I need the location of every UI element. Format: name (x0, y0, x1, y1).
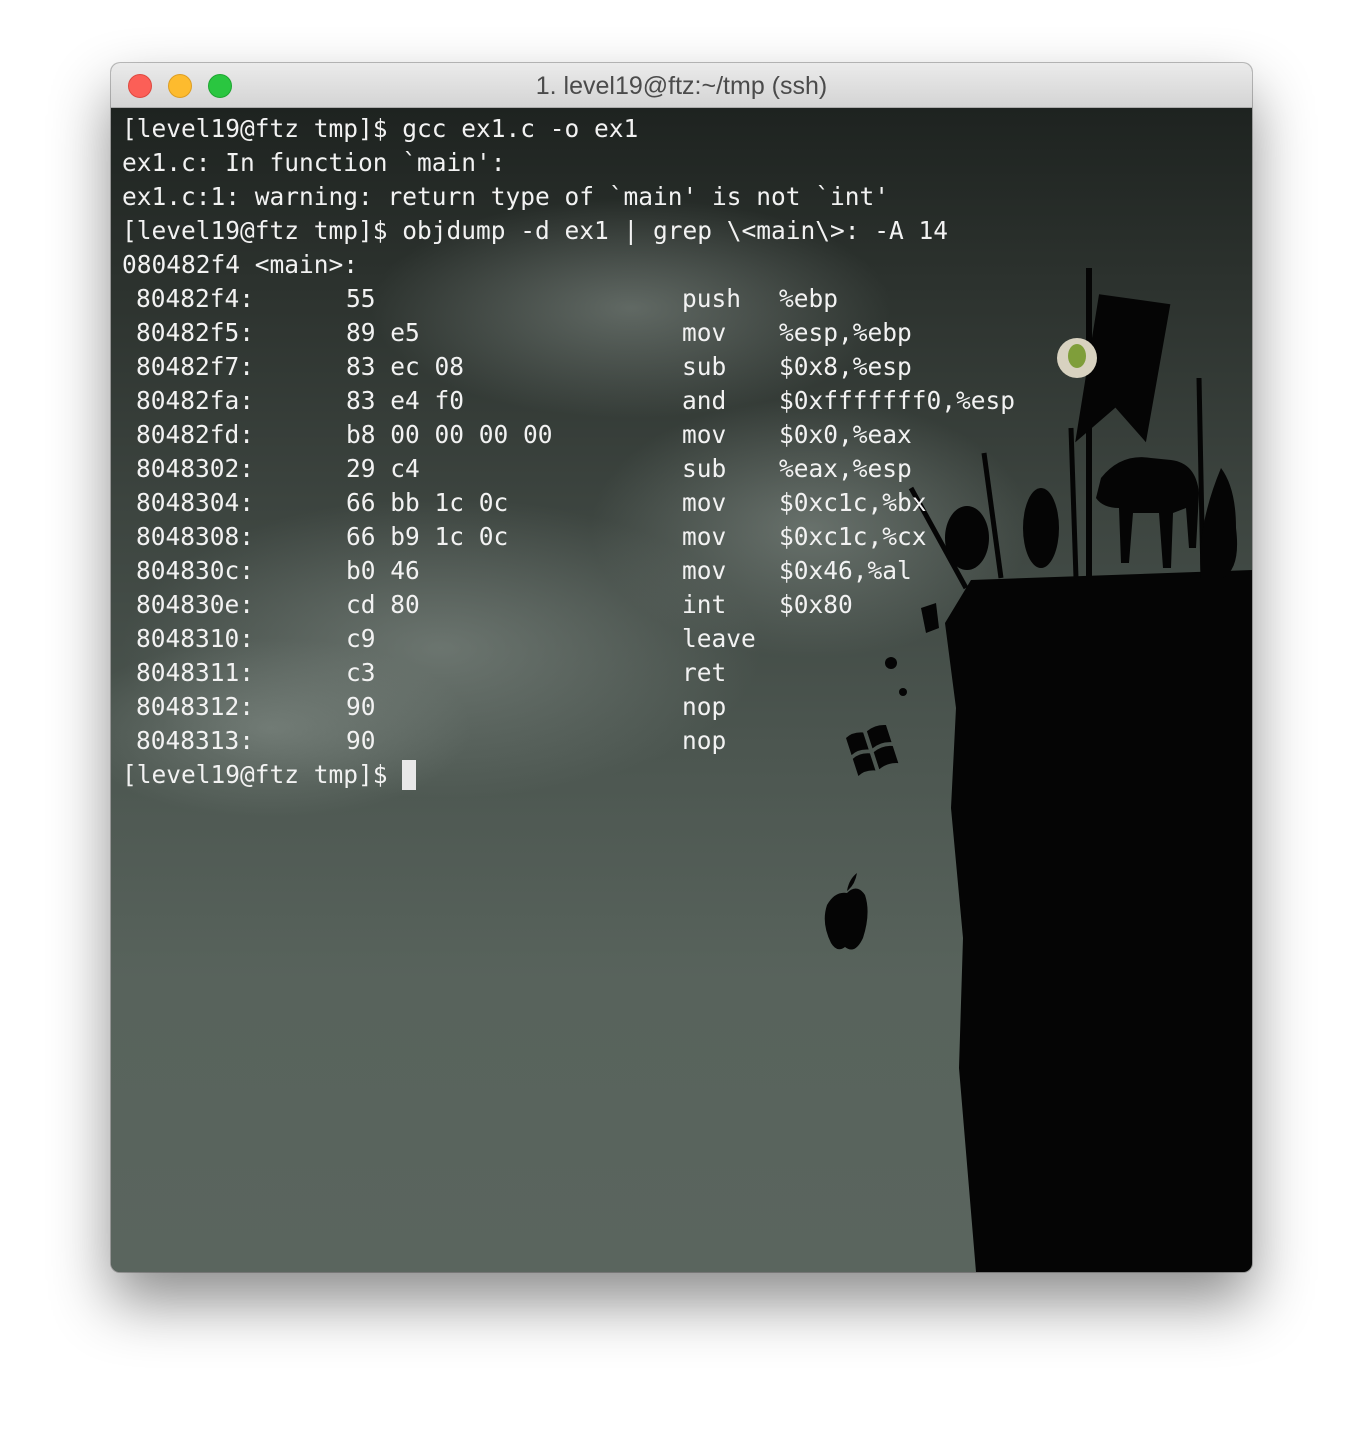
command-line: [level19@ftz tmp]$ gcc ex1.c -o ex1 (122, 114, 639, 143)
disassembly-row: 8048313: 90 nop (122, 724, 948, 758)
instruction-bytes: cd 80 (346, 590, 420, 619)
instruction-bytes: c3 (346, 658, 376, 687)
instruction-operands: $0x46,%al (779, 556, 912, 585)
penguin-silhouette (1200, 468, 1238, 578)
terminal-output: [level19@ftz tmp]$ gcc ex1.c -o ex1 ex1.… (122, 112, 1015, 792)
instruction-address: 80482f4: (136, 284, 255, 313)
instruction-operands: %esp,%ebp (779, 318, 912, 347)
text-cursor (401, 760, 416, 790)
compiler-warning-line: ex1.c:1: warning: return type of `main' … (122, 182, 890, 211)
instruction-mnemonic: and (682, 386, 727, 415)
instruction-bytes: 29 c4 (346, 454, 420, 483)
instruction-address: 80482fd: (136, 420, 255, 449)
disassembly-row: 804830c: b0 46 mov $0x46,%al (122, 554, 948, 588)
instruction-bytes: c9 (346, 624, 376, 653)
instruction-operands: $0xfffffff0,%esp (779, 386, 1016, 415)
leaf-icon (1068, 344, 1086, 368)
instruction-bytes: 90 (346, 692, 376, 721)
disassembly-row: 8048308: 66 b9 1c 0c mov $0xc1c,%cx (122, 520, 948, 554)
instruction-mnemonic: mov (682, 488, 727, 517)
instruction-address: 80482f5: (136, 318, 255, 347)
instruction-mnemonic: int (682, 590, 727, 619)
instruction-bytes: 66 b9 1c 0c (346, 522, 509, 551)
shield-icon (945, 506, 989, 570)
instruction-mnemonic: mov (682, 522, 727, 551)
function-label-line: 080482f4 <main>: (122, 250, 359, 279)
instruction-bytes: 89 e5 (346, 318, 420, 347)
instruction-bytes: 55 (346, 284, 376, 313)
disassembly-row: 804830e: cd 80 int $0x80 (122, 588, 948, 622)
cliff-silhouette (945, 570, 1252, 1272)
command-line: [level19@ftz tmp]$ objdump -d ex1 | grep… (122, 216, 949, 245)
disassembly-row: 80482fa: 83 e4 f0 and $0xfffffff0,%esp (122, 384, 1015, 418)
disassembly-row: 8048304: 66 bb 1c 0c mov $0xc1c,%bx (122, 486, 948, 520)
instruction-mnemonic: nop (682, 692, 727, 721)
instruction-address: 8048312: (136, 692, 255, 721)
instruction-bytes: b0 46 (346, 556, 420, 585)
instruction-operands: %eax,%esp (779, 454, 912, 483)
instruction-mnemonic: leave (682, 624, 756, 653)
instruction-mnemonic: mov (682, 420, 727, 449)
instruction-bytes: 66 bb 1c 0c (346, 488, 509, 517)
instruction-mnemonic: push (682, 284, 742, 313)
instruction-operands: $0xc1c,%bx (779, 488, 927, 517)
instruction-address: 804830e: (136, 590, 255, 619)
instruction-mnemonic: mov (682, 556, 727, 585)
gnu-silhouette (1096, 457, 1199, 568)
instruction-operands: $0xc1c,%cx (779, 522, 927, 551)
figure-silhouette (1023, 488, 1059, 568)
instruction-mnemonic: sub (682, 454, 727, 483)
disassembly-row: 8048311: c3 ret (122, 656, 948, 690)
instruction-address: 8048302: (136, 454, 255, 483)
apple-logo-icon (824, 873, 868, 950)
instruction-address: 8048304: (136, 488, 255, 517)
terminal-content[interactable]: [level19@ftz tmp]$ gcc ex1.c -o ex1 ex1.… (111, 108, 1252, 1272)
disassembly-row: 8048310: c9 leave (122, 622, 948, 656)
instruction-operands: $0x80 (779, 590, 853, 619)
terminal-window: 1. level19@ftz:~/tmp (ssh) [level19@ftz … (111, 63, 1252, 1272)
instruction-address: 804830c: (136, 556, 255, 585)
instruction-address: 80482fa: (136, 386, 255, 415)
disassembly-row: 80482fd: b8 00 00 00 00 mov $0x0,%eax (122, 418, 948, 452)
instruction-bytes: b8 00 00 00 00 (346, 420, 553, 449)
instruction-operands: $0x0,%eax (779, 420, 912, 449)
disassembly-row: 80482f4: 55 push %ebp (122, 282, 948, 316)
instruction-mnemonic: mov (682, 318, 727, 347)
window-title: 1. level19@ftz:~/tmp (ssh) (535, 72, 828, 100)
disassembly-row: 80482f7: 83 ec 08 sub $0x8,%esp (122, 350, 948, 384)
instruction-address: 8048308: (136, 522, 255, 551)
disassembly-row: 80482f5: 89 e5 mov %esp,%ebp (122, 316, 948, 350)
title-bar[interactable]: 1. level19@ftz:~/tmp (ssh) (111, 63, 1252, 108)
instruction-address: 8048311: (136, 658, 255, 687)
instruction-address: 80482f7: (136, 352, 255, 381)
instruction-mnemonic: sub (682, 352, 727, 381)
instruction-bytes: 90 (346, 726, 376, 755)
instruction-bytes: 83 e4 f0 (346, 386, 465, 415)
instruction-mnemonic: nop (682, 726, 727, 755)
instruction-address: 8048313: (136, 726, 255, 755)
instruction-address: 8048310: (136, 624, 255, 653)
instruction-mnemonic: ret (682, 658, 727, 687)
instruction-operands: %ebp (779, 284, 839, 313)
shell-prompt: [level19@ftz tmp]$ (122, 760, 388, 789)
instruction-bytes: 83 ec 08 (346, 352, 465, 381)
disassembly-row: 8048302: 29 c4 sub %eax,%esp (122, 452, 948, 486)
disassembly-row: 8048312: 90 nop (122, 690, 948, 724)
shell-prompt-line[interactable]: [level19@ftz tmp]$ (122, 758, 948, 792)
compiler-output-line: ex1.c: In function `main': (122, 148, 506, 177)
instruction-operands: $0x8,%esp (779, 352, 912, 381)
